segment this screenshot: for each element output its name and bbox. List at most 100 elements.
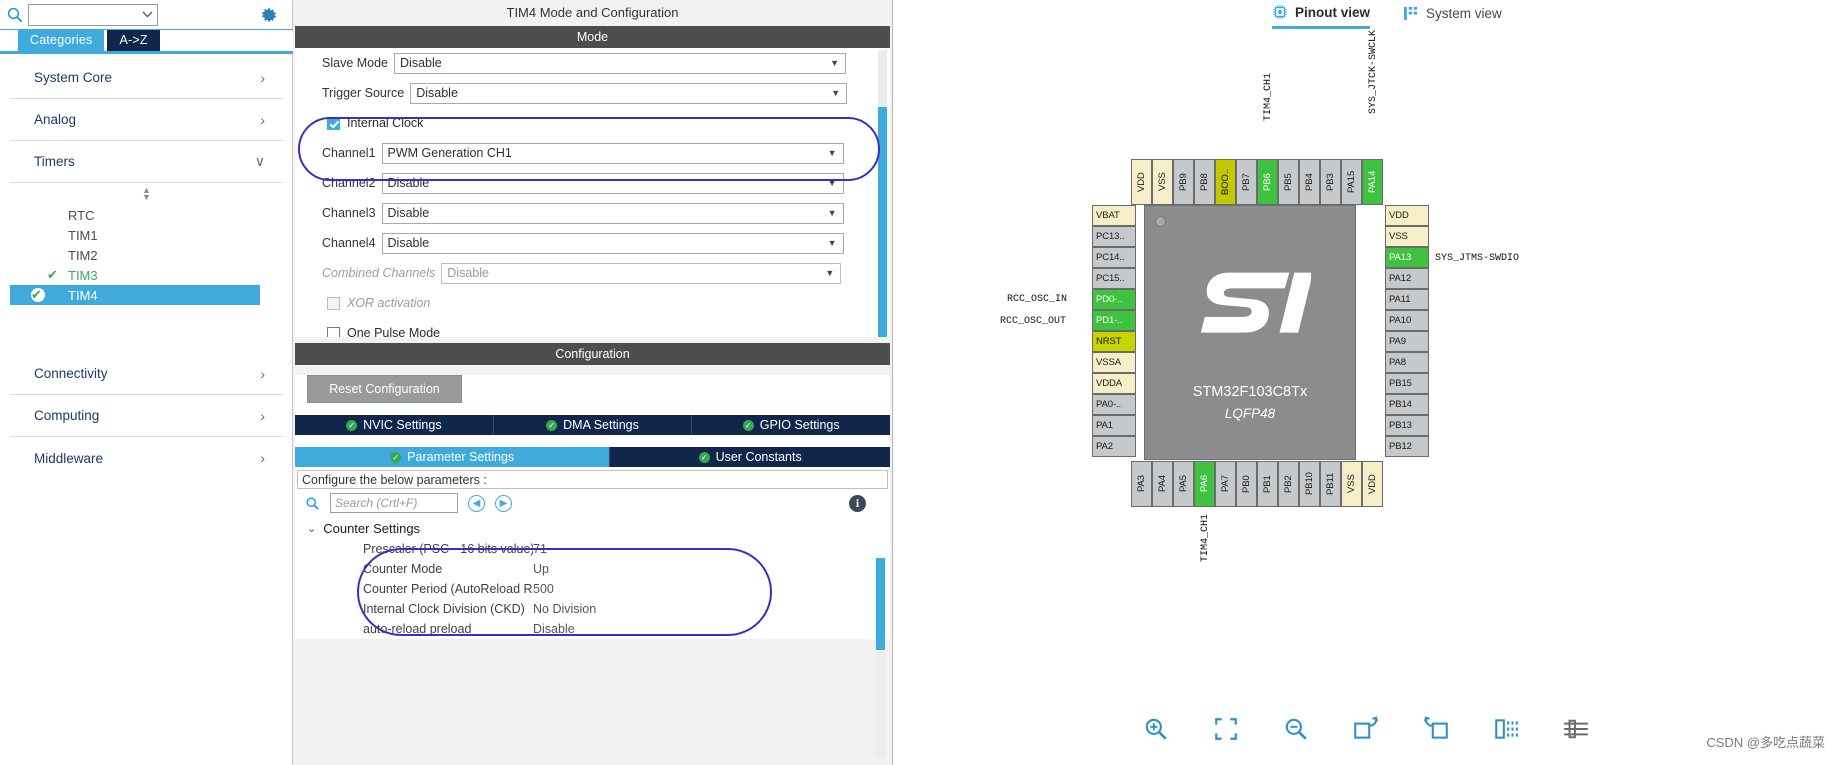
pin-vss-bot[interactable]: VSS: [1341, 461, 1362, 507]
pin-pd1[interactable]: PD1-..: [1092, 310, 1136, 331]
pin-vdd-right[interactable]: VDD: [1385, 205, 1429, 226]
pin-pb13[interactable]: PB13: [1385, 415, 1429, 436]
pin-pa13[interactable]: PA13: [1385, 247, 1429, 268]
pin-vss-right[interactable]: VSS: [1385, 226, 1429, 247]
scroll-spinner[interactable]: ▲ ▼: [10, 183, 283, 205]
table-row[interactable]: Internal Clock Division (CKD) No Divisio…: [295, 599, 890, 619]
pin-pa3[interactable]: PA3: [1131, 461, 1152, 507]
pin-pb3[interactable]: PB3: [1320, 159, 1341, 205]
param-value[interactable]: 71: [533, 542, 547, 556]
search-input[interactable]: [28, 3, 158, 26]
trigger-source-select[interactable]: Disable ▼: [410, 82, 848, 104]
table-row[interactable]: Prescaler (PSC - 16 bits value) 71: [295, 539, 890, 559]
pin-boot0[interactable]: BOO..: [1215, 159, 1236, 205]
pin-pa2[interactable]: PA2: [1092, 436, 1136, 457]
channel3-select[interactable]: Disable ▼: [381, 202, 844, 224]
pin-vbat[interactable]: VBAT: [1092, 205, 1136, 226]
pin-pb15[interactable]: PB15: [1385, 373, 1429, 394]
table-row[interactable]: Counter Period (AutoReload Regi... 500: [295, 579, 890, 599]
zoom-in-icon[interactable]: [1139, 712, 1173, 746]
fit-screen-icon[interactable]: [1209, 712, 1243, 746]
zoom-out-icon[interactable]: [1279, 712, 1313, 746]
pin-nrst[interactable]: NRST: [1092, 331, 1136, 352]
pin-pc15[interactable]: PC15..: [1092, 268, 1136, 289]
internal-clock-checkbox[interactable]: [327, 116, 340, 130]
table-row[interactable]: auto-reload preload Disable: [295, 619, 890, 639]
pin-pb1[interactable]: PB1: [1257, 461, 1278, 507]
pin-pa7[interactable]: PA7: [1215, 461, 1236, 507]
list-view-icon[interactable]: [1559, 712, 1593, 746]
slave-mode-select[interactable]: Disable ▼: [394, 52, 847, 74]
pin-pa4[interactable]: PA4: [1152, 461, 1173, 507]
category-analog[interactable]: Analog ›: [10, 99, 283, 141]
timer-item-tim3[interactable]: ✔ TIM3: [47, 265, 283, 285]
param-value[interactable]: 500: [533, 582, 554, 596]
category-middleware[interactable]: Middleware ›: [10, 437, 283, 479]
pin-pa11[interactable]: PA11: [1385, 289, 1429, 310]
pin-pb12[interactable]: PB12: [1385, 436, 1429, 457]
pin-pa1[interactable]: PA1: [1092, 415, 1136, 436]
reset-configuration-button[interactable]: Reset Configuration: [307, 375, 462, 403]
pin-pa5[interactable]: PA5: [1173, 461, 1194, 507]
pin-pb2[interactable]: PB2: [1278, 461, 1299, 507]
tab-gpio-settings[interactable]: ✓ GPIO Settings: [692, 415, 891, 435]
parameter-group-counter-settings[interactable]: ⌄ Counter Settings: [295, 517, 890, 539]
pin-pa8[interactable]: PA8: [1385, 352, 1429, 373]
pin-pa12[interactable]: PA12: [1385, 268, 1429, 289]
chevron-right-circle-icon[interactable]: ▶: [495, 494, 512, 512]
pin-pb5[interactable]: PB5: [1278, 159, 1299, 205]
one-pulse-mode-row[interactable]: One Pulse Mode: [295, 318, 890, 337]
timer-item-tim1[interactable]: TIM1: [47, 225, 283, 245]
param-value[interactable]: No Division: [533, 602, 596, 616]
pin-pa9[interactable]: PA9: [1385, 331, 1429, 352]
channel2-select[interactable]: Disable ▼: [381, 172, 844, 194]
internal-clock-row[interactable]: Internal Clock: [295, 108, 890, 138]
category-computing[interactable]: Computing ›: [10, 395, 283, 437]
tab-categories[interactable]: Categories: [18, 30, 105, 51]
pin-pa10[interactable]: PA10: [1385, 310, 1429, 331]
table-row[interactable]: Counter Mode Up: [295, 559, 890, 579]
pin-vssa[interactable]: VSSA: [1092, 352, 1136, 373]
pin-vdda[interactable]: VDDA: [1092, 373, 1136, 394]
mode-scrollbar-thumb[interactable]: [878, 107, 887, 337]
timer-item-tim4[interactable]: ✔ TIM4: [10, 285, 260, 305]
pin-pb14[interactable]: PB14: [1385, 394, 1429, 415]
pin-pb6[interactable]: PB6: [1257, 159, 1278, 205]
rotate-left-icon[interactable]: [1349, 712, 1383, 746]
tab-parameter-settings[interactable]: ✓ Parameter Settings: [295, 447, 611, 467]
pin-pb4[interactable]: PB4: [1299, 159, 1320, 205]
info-icon[interactable]: i: [849, 494, 866, 512]
pin-pb10[interactable]: PB10: [1299, 461, 1320, 507]
param-value[interactable]: Up: [533, 562, 549, 576]
tab-nvic-settings[interactable]: ✓ NVIC Settings: [295, 415, 494, 435]
pin-pb11[interactable]: PB11: [1320, 461, 1341, 507]
pin-pa15[interactable]: PA15: [1341, 159, 1362, 205]
timer-item-tim2[interactable]: TIM2: [47, 245, 283, 265]
category-system-core[interactable]: System Core ›: [10, 57, 283, 99]
channel1-select[interactable]: PWM Generation CH1 ▼: [381, 142, 844, 164]
tab-dma-settings[interactable]: ✓ DMA Settings: [493, 415, 693, 435]
channel4-select[interactable]: Disable ▼: [381, 232, 844, 254]
pin-pc14[interactable]: PC14..: [1092, 247, 1136, 268]
one-pulse-mode-checkbox[interactable]: [327, 326, 340, 337]
rotate-right-icon[interactable]: [1419, 712, 1453, 746]
timer-item-rtc[interactable]: RTC: [47, 205, 283, 225]
pin-pb9[interactable]: PB9: [1173, 159, 1194, 205]
pin-vdd-bot[interactable]: VDD: [1362, 461, 1383, 507]
category-connectivity[interactable]: Connectivity ›: [10, 353, 283, 395]
split-view-icon[interactable]: [1489, 712, 1523, 746]
gear-icon[interactable]: [259, 5, 279, 25]
pin-pd0[interactable]: PD0-..: [1092, 289, 1136, 310]
parameter-scrollbar-thumb[interactable]: [876, 558, 885, 650]
param-value[interactable]: Disable: [533, 622, 575, 636]
pin-pa14[interactable]: PA14: [1362, 159, 1383, 205]
parameter-scrollbar-track[interactable]: [875, 558, 886, 758]
chevron-left-circle-icon[interactable]: ◀: [468, 494, 485, 512]
pin-pb7[interactable]: PB7: [1236, 159, 1257, 205]
parameter-search-input[interactable]: Search (Crtl+F): [330, 493, 458, 513]
tab-user-constants[interactable]: ✓ User Constants: [610, 447, 890, 467]
chip-package-body[interactable]: STM32F103C8Tx LQFP48: [1144, 205, 1356, 460]
mode-scrollbar-track[interactable]: [878, 50, 887, 337]
pin-vdd-top[interactable]: VDD: [1131, 159, 1152, 205]
pin-pa6[interactable]: PA6: [1194, 461, 1215, 507]
